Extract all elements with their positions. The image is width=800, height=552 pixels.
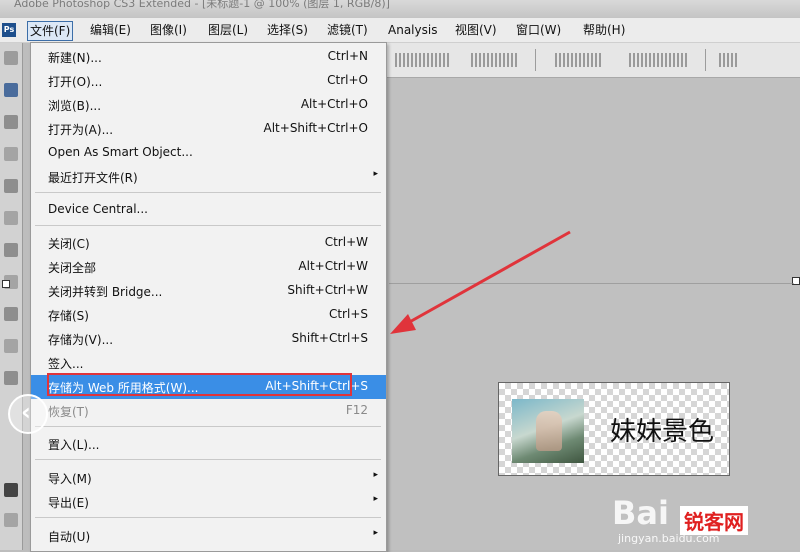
back-nav-button[interactable]: ‹ xyxy=(8,394,48,434)
annotation-arrow-icon xyxy=(390,230,571,334)
chevron-left-icon: ‹ xyxy=(21,398,31,426)
site-watermark-badge: 锐客网 xyxy=(680,506,748,535)
baidu-watermark-logo: Bai xyxy=(612,494,669,532)
watermark-url: jingyan.baidu.com xyxy=(618,532,720,545)
annotation-arrow-head xyxy=(390,314,416,334)
annotation-arrow-shaft xyxy=(405,230,571,326)
